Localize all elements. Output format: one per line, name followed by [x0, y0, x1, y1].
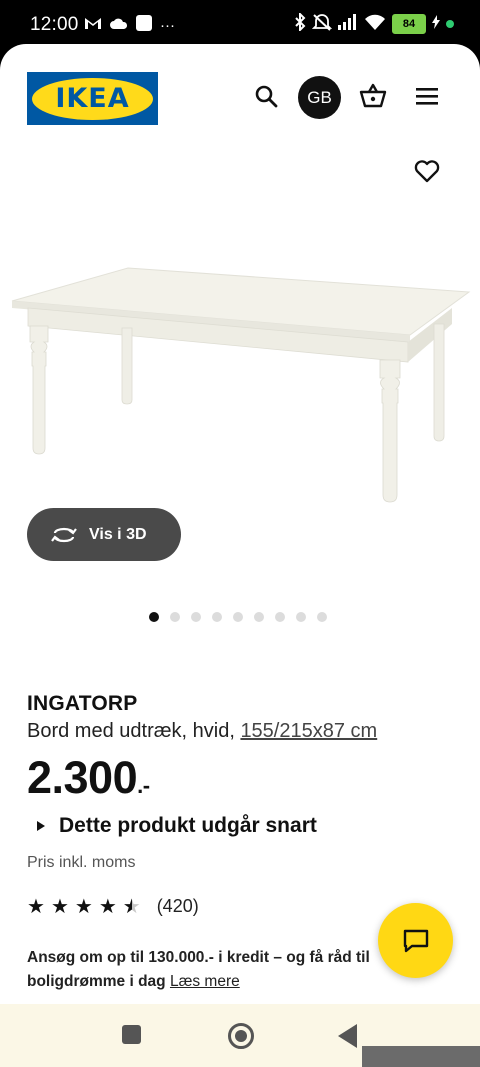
gallery-dot[interactable] — [275, 612, 285, 622]
rotate-3d-icon — [51, 527, 77, 542]
gallery-pagination[interactable] — [149, 612, 327, 622]
favorite-button[interactable] — [412, 156, 442, 186]
product-rating[interactable]: ★ ★ ★ ★ ★ (420) — [27, 896, 199, 917]
star-icon: ★ — [74, 895, 93, 918]
view-in-3d-label: Vis i 3D — [89, 525, 147, 543]
nav-bar-strip — [362, 1046, 480, 1067]
star-icon: ★ — [98, 895, 117, 918]
product-price: 2.300.- — [27, 752, 150, 804]
app-icon — [136, 15, 152, 35]
gmail-icon — [84, 16, 102, 34]
bluetooth-icon — [294, 11, 306, 34]
chat-button[interactable] — [378, 903, 453, 978]
credit-offer: Ansøg om op til 130.000.- i kredit – og … — [27, 946, 397, 994]
status-bar: 12:00 ··· 84 — [0, 0, 480, 48]
gallery-dot[interactable] — [212, 612, 222, 622]
star-icon: ★ — [27, 895, 45, 918]
product-page: IKEA GB Vis i 3D INGATORP Bord med udtræ… — [0, 44, 480, 1004]
status-time: 12:00 — [30, 14, 79, 35]
discontinued-notice[interactable]: Dette produkt udgår snart — [37, 814, 317, 838]
shopping-basket-icon[interactable] — [357, 80, 389, 112]
product-description: Bord med udtræk, hvid, 155/215x87 cm — [27, 720, 377, 743]
gallery-dot[interactable] — [296, 612, 306, 622]
charging-icon — [432, 15, 440, 32]
caret-right-icon — [37, 821, 45, 831]
status-system-icons: 84 — [294, 11, 454, 34]
system-navigation-bar — [0, 1004, 480, 1067]
chat-icon — [403, 929, 428, 952]
price-suffix: .- — [137, 773, 150, 798]
ikea-logo[interactable]: IKEA — [27, 72, 158, 125]
more-icon: ··· — [160, 16, 175, 34]
home-icon[interactable] — [228, 1023, 254, 1049]
gallery-dot[interactable] — [233, 612, 243, 622]
product-dimensions-link[interactable]: 155/215x87 cm — [240, 720, 377, 742]
search-icon[interactable] — [250, 80, 282, 112]
review-count: (420) — [156, 896, 199, 916]
back-icon[interactable] — [338, 1024, 357, 1048]
country-selector-button[interactable]: GB — [298, 76, 341, 119]
view-in-3d-button[interactable]: Vis i 3D — [27, 508, 181, 561]
gallery-dot[interactable] — [254, 612, 264, 622]
gallery-dot[interactable] — [149, 612, 159, 622]
country-label: GB — [307, 87, 332, 107]
heart-icon — [414, 160, 440, 183]
logo-text: IKEA — [55, 83, 130, 114]
status-notifications: ··· — [84, 15, 175, 35]
star-icon: ★ — [50, 895, 69, 918]
product-name: INGATORP — [27, 692, 138, 715]
discontinued-label: Dette produkt udgår snart — [59, 814, 317, 837]
product-type: Bord med udtræk, hvid, — [27, 720, 235, 742]
cloud-icon — [110, 17, 128, 34]
recent-apps-icon[interactable] — [122, 1025, 141, 1044]
read-more-link[interactable]: Læs mere — [170, 973, 240, 990]
gallery-dot[interactable] — [317, 612, 327, 622]
mute-icon — [311, 13, 333, 34]
half-star-icon: ★ — [122, 895, 141, 918]
logo-oval: IKEA — [32, 77, 153, 120]
gallery-dot[interactable] — [170, 612, 180, 622]
price-amount: 2.300 — [27, 752, 138, 803]
signal-icon — [338, 14, 358, 33]
battery-icon: 84 — [392, 13, 426, 34]
site-header: IKEA GB — [0, 44, 480, 154]
gallery-dot[interactable] — [191, 612, 201, 622]
privacy-indicator — [446, 19, 454, 28]
wifi-icon — [364, 14, 386, 33]
vat-note: Pris inkl. moms — [27, 854, 136, 871]
hamburger-menu-icon[interactable] — [411, 80, 443, 112]
